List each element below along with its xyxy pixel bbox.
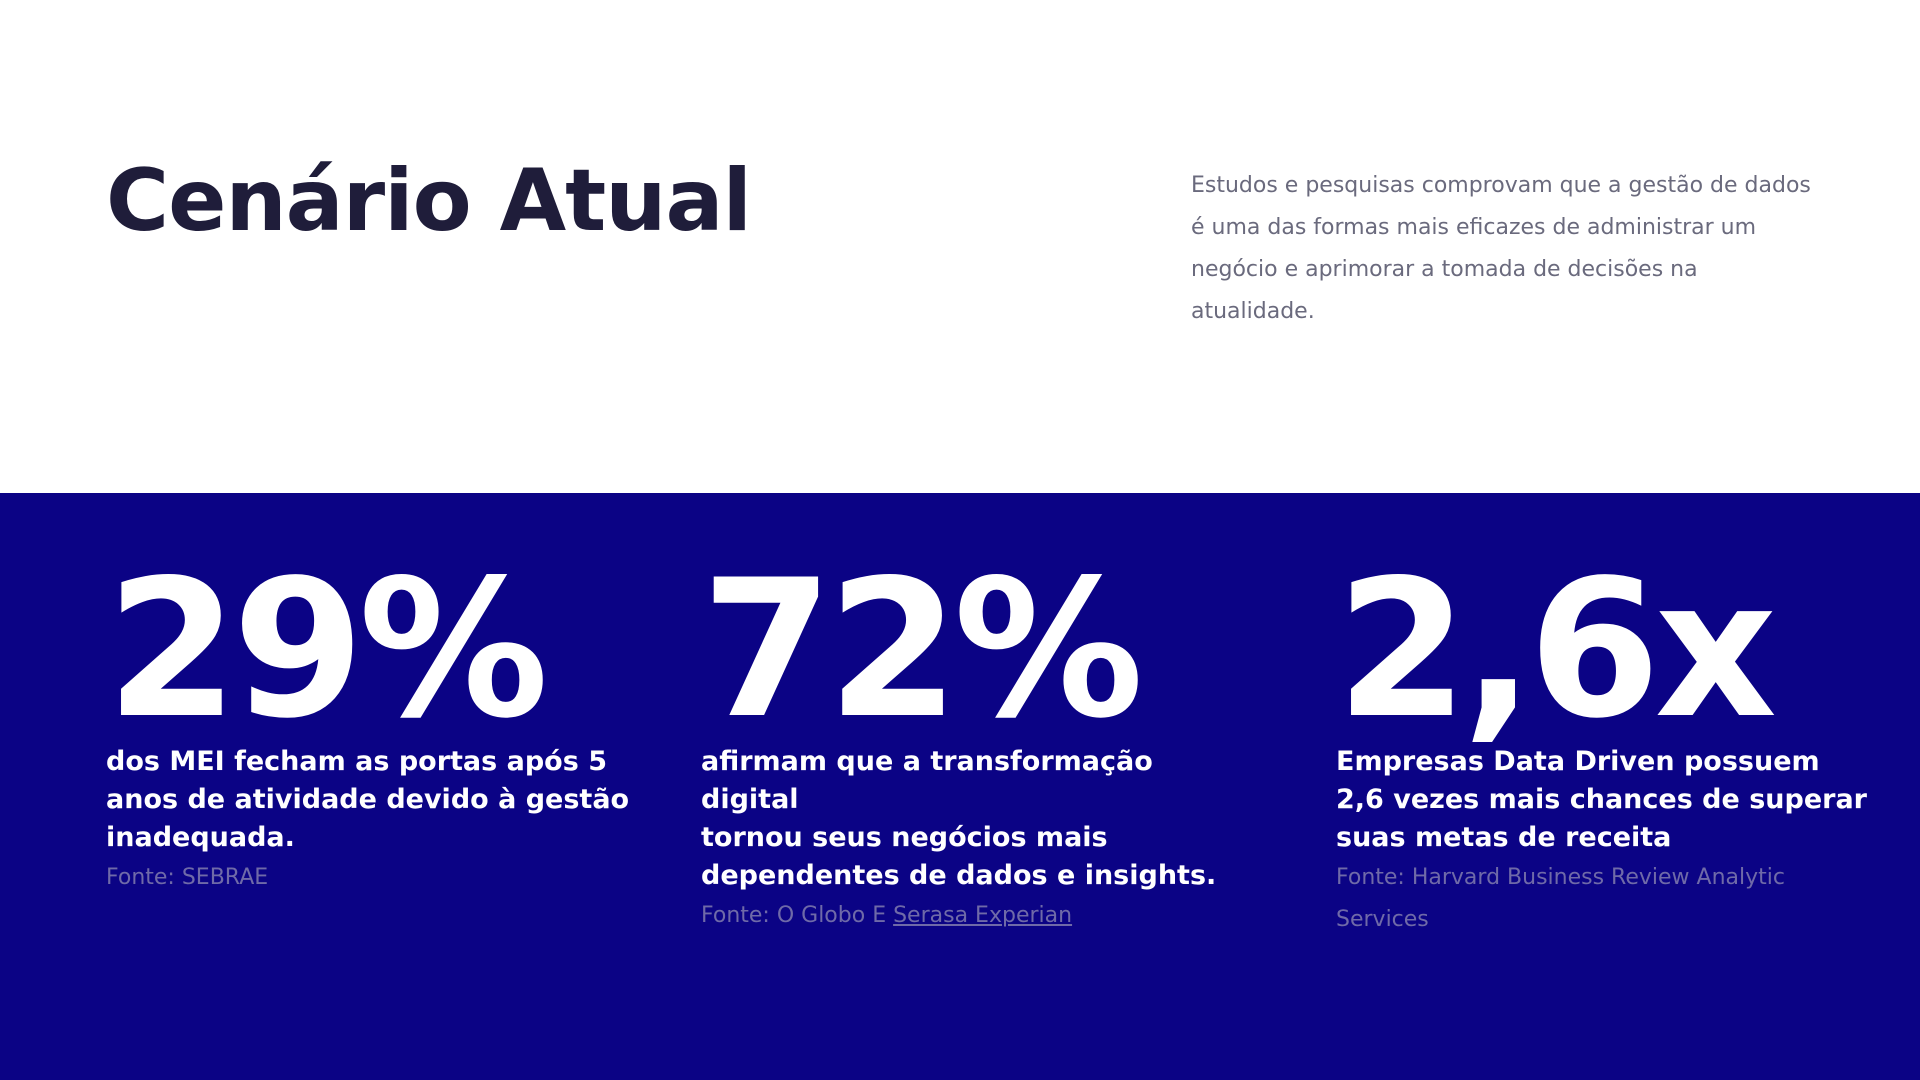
source-link-serasa[interactable]: Serasa Experian: [893, 903, 1072, 928]
stat-description: Empresas Data Driven possuem 2,6 vezes m…: [1336, 746, 1867, 853]
stat-card-digital: 72% afirmam que a transformação digital …: [701, 555, 1241, 937]
slide: Cenário Atual Estudos e pesquisas compro…: [0, 0, 1920, 1080]
stat-source-text: Fonte: SEBRAE: [106, 865, 269, 890]
stat-source-text: Fonte: Harvard Business Review Analytic …: [1336, 865, 1785, 932]
stat-value: 2,6x: [1336, 539, 1777, 760]
stat-card-mei: 29% dos MEI fecham as portas após 5 anos…: [106, 555, 646, 899]
header-section: Cenário Atual Estudos e pesquisas compro…: [0, 0, 1920, 493]
intro-paragraph: Estudos e pesquisas comprovam que a gest…: [1191, 173, 1811, 324]
stat-description: dos MEI fecham as portas após 5 anos de …: [106, 746, 630, 853]
stat-source: Fonte: Harvard Business Review Analytic …: [1336, 857, 1876, 941]
stat-description: afirmam que a transformação digital torn…: [701, 746, 1217, 891]
stat-source: Fonte: SEBRAE: [106, 857, 646, 899]
stat-source: Fonte: O Globo E Serasa Experian: [701, 895, 1241, 937]
stat-card-data-driven: 2,6x Empresas Data Driven possuem 2,6 ve…: [1336, 555, 1876, 941]
stat-value: 29%: [106, 539, 549, 760]
stat-value: 72%: [701, 539, 1144, 760]
stats-section: 29% dos MEI fecham as portas após 5 anos…: [0, 493, 1920, 1080]
page-title: Cenário Atual: [106, 151, 752, 251]
stat-source-text: Fonte: O Globo E: [701, 903, 894, 928]
